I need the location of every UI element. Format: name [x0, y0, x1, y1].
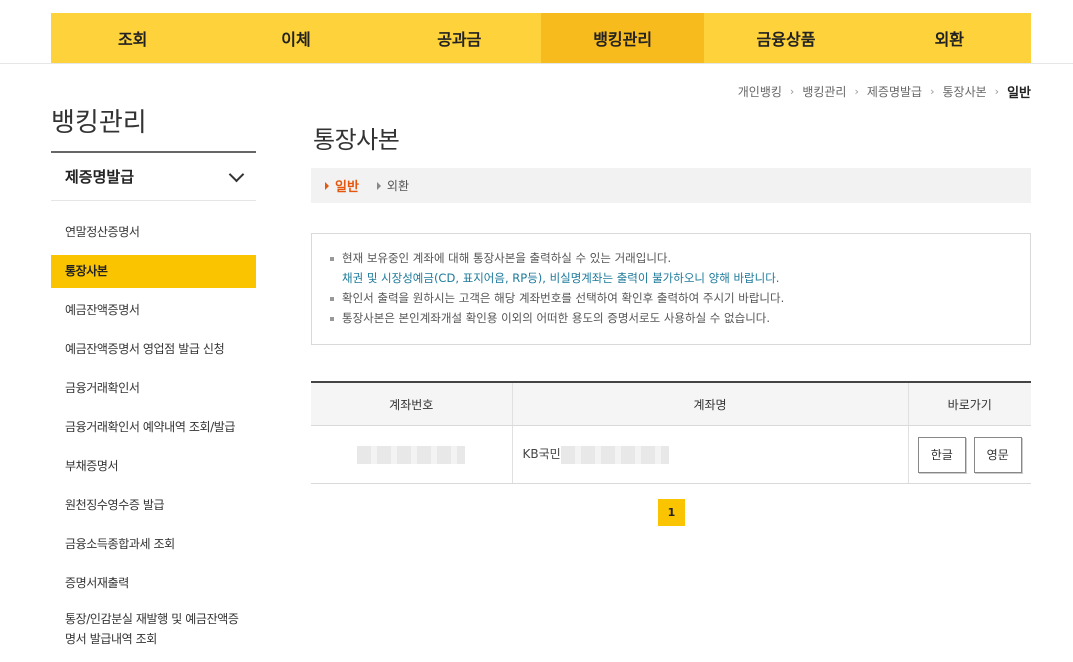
tab-general[interactable]: 일반	[325, 176, 359, 195]
lnb-item-lost-reissue[interactable]: 통장/인감분실 재발행 및 예금잔액증명서 발급내역 조회	[51, 606, 256, 649]
lnb-item-transaction-confirmation[interactable]: 금융거래확인서	[51, 372, 256, 405]
column-header: 계좌번호	[311, 381, 512, 426]
bullet-icon	[330, 317, 334, 321]
tab-foreign-exchange[interactable]: 외환	[376, 177, 410, 194]
page-title: 통장사본	[313, 126, 400, 154]
breadcrumb-item[interactable]: 통장사본	[943, 83, 987, 100]
table-row: KB국민 한글 영문	[311, 425, 1031, 484]
left-nav: 제증명발급 연말정산증명서 통장사본 예금잔액증명서 예금잔액증명서 영업점 발…	[51, 151, 256, 655]
tab-label: 외환	[386, 179, 410, 193]
gnb-item-products[interactable]: 금융상품	[704, 13, 867, 63]
tab-label: 일반	[335, 180, 359, 195]
notice-line: 통장사본은 본인계좌개설 확인용 이외의 어떠한 용도의 증명서로도 사용하실 …	[330, 308, 1012, 328]
account-name-prefix: KB국민	[522, 447, 561, 462]
bullet-icon	[330, 297, 334, 301]
notice-text: 현재 보유중인 계좌에 대해 통장사본을 출력하실 수 있는 거래입니다.	[342, 251, 672, 265]
lnb-item-financial-income-tax[interactable]: 금융소득종합과세 조회	[51, 528, 256, 561]
account-table: 계좌번호 계좌명 바로가기 KB국민 한글 영문	[311, 381, 1031, 484]
breadcrumb-current: 일반	[1007, 86, 1031, 101]
shortcut-cell: 한글 영문	[907, 425, 1031, 484]
lnb-title: 뱅킹관리	[51, 108, 147, 138]
gnb-item-inquiry[interactable]: 조회	[51, 13, 214, 63]
lnb-item-balance-certificate[interactable]: 예금잔액증명서	[51, 294, 256, 327]
lnb-item-debt-certificate[interactable]: 부채증명서	[51, 450, 256, 483]
gnb-item-foreign-exchange[interactable]: 외환	[868, 13, 1031, 63]
lnb-section-label: 제증명발급	[65, 168, 135, 186]
triangle-right-icon	[376, 181, 381, 190]
account-name-cell: KB국민	[511, 425, 908, 484]
bullet-icon	[330, 257, 334, 261]
lnb-item-withholding-receipt[interactable]: 원천징수영수증 발급	[51, 489, 256, 522]
table-header-row: 계좌번호 계좌명 바로가기	[311, 381, 1031, 426]
notice-text: 확인서 출력을 원하시는 고객은 해당 계좌번호를 선택하여 확인후 출력하여 …	[342, 291, 785, 305]
triangle-right-icon	[325, 181, 329, 190]
gnb-item-banking-management[interactable]: 뱅킹관리	[540, 13, 705, 63]
sub-tabs: 일반 외환	[311, 168, 1031, 203]
lnb-list: 연말정산증명서 통장사본 예금잔액증명서 예금잔액증명서 영업점 발급 신청 금…	[51, 216, 256, 649]
notice-line-warning: 채권 및 시장성예금(CD, 표지어음, RP등), 비실명계좌는 출력이 불가…	[330, 268, 1012, 288]
notice-text: 채권 및 시장성예금(CD, 표지어음, RP등), 비실명계좌는 출력이 불가…	[342, 271, 780, 285]
notice-box: 현재 보유중인 계좌에 대해 통장사본을 출력하실 수 있는 거래입니다. 채권…	[311, 233, 1031, 345]
account-number-cell	[311, 425, 512, 484]
lnb-item-year-end-tax[interactable]: 연말정산증명서	[51, 216, 256, 249]
breadcrumb: 개인뱅킹 › 뱅킹관리 › 제증명발급 › 통장사본 › 일반	[738, 82, 1031, 101]
masked-account-name	[560, 445, 669, 464]
breadcrumb-separator-icon: ›	[854, 85, 859, 98]
chevron-down-icon	[228, 166, 245, 182]
page-number-current[interactable]: 1	[658, 499, 685, 526]
lnb-item-balance-certificate-branch[interactable]: 예금잔액증명서 영업점 발급 신청	[51, 333, 256, 366]
breadcrumb-separator-icon: ›	[994, 85, 1000, 98]
gnb-item-transfer[interactable]: 이체	[214, 13, 377, 63]
lnb-section-toggle[interactable]: 제증명발급	[51, 151, 256, 201]
masked-account-number	[357, 445, 466, 464]
global-nav: 조회 이체 공과금 뱅킹관리 금융상품 외환	[51, 13, 1031, 63]
lnb-item-passbook-copy[interactable]: 통장사본	[51, 255, 256, 288]
korean-print-button[interactable]: 한글	[917, 436, 966, 473]
notice-line: 현재 보유중인 계좌에 대해 통장사본을 출력하실 수 있는 거래입니다.	[330, 248, 1012, 268]
notice-text: 통장사본은 본인계좌개설 확인용 이외의 어떠한 용도의 증명서로도 사용하실 …	[342, 311, 771, 325]
notice-line: 확인서 출력을 원하시는 고객은 해당 계좌번호를 선택하여 확인후 출력하여 …	[330, 288, 1012, 308]
gnb-item-utility[interactable]: 공과금	[378, 13, 541, 63]
top-bar: 조회 이체 공과금 뱅킹관리 금융상품 외환	[0, 0, 1073, 64]
column-header: 계좌명	[511, 381, 908, 426]
breadcrumb-separator-icon: ›	[930, 85, 935, 98]
lnb-item-reprint[interactable]: 증명서재출력	[51, 567, 256, 600]
breadcrumb-item[interactable]: 제증명발급	[867, 83, 922, 100]
breadcrumb-separator-icon: ›	[789, 85, 795, 98]
breadcrumb-item[interactable]: 뱅킹관리	[802, 83, 846, 100]
column-header: 바로가기	[907, 381, 1031, 426]
breadcrumb-item[interactable]: 개인뱅킹	[738, 83, 782, 100]
english-print-button[interactable]: 영문	[973, 436, 1022, 473]
lnb-item-transaction-reservation[interactable]: 금융거래확인서 예약내역 조회/발급	[51, 411, 256, 444]
